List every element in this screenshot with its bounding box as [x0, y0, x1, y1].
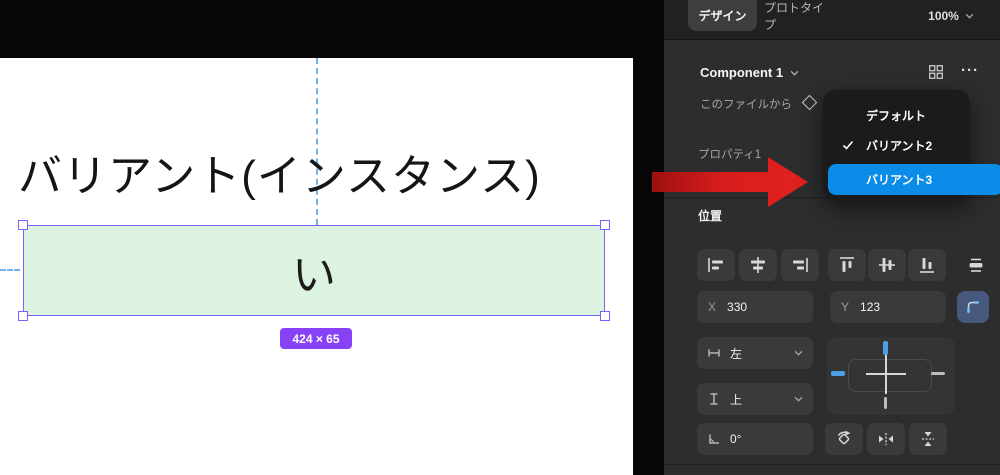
chevron-down-icon: [965, 13, 974, 19]
chevron-down-icon: [794, 350, 803, 356]
menu-item-label: バリアント3: [866, 173, 933, 187]
size-badge: 424 × 65: [280, 328, 352, 349]
align-horizontal-center-button[interactable]: [739, 249, 777, 281]
absolute-position-toggle[interactable]: [957, 291, 989, 323]
menu-item-variant2[interactable]: バリアント2: [823, 130, 970, 160]
rotate-button[interactable]: [825, 423, 863, 455]
flip-vertical-icon: [922, 432, 934, 446]
constraint-bottom-tick[interactable]: [884, 397, 887, 409]
selected-variant-instance[interactable]: い: [23, 225, 605, 316]
tab-prototype-label: プロトタイプ: [764, 0, 825, 32]
selection-handle-top-right[interactable]: [600, 220, 610, 230]
menu-item-default[interactable]: デフォルト: [823, 100, 1000, 130]
align-right-button[interactable]: [781, 249, 819, 281]
align-vertical-center-button[interactable]: [868, 249, 906, 281]
flip-horizontal-icon: [879, 433, 893, 445]
tidy-up-button[interactable]: [958, 249, 994, 281]
tab-design[interactable]: デザイン: [688, 0, 757, 31]
component-name: Component 1: [700, 65, 784, 80]
zoom-menu[interactable]: 100%: [920, 0, 982, 31]
y-label: Y: [841, 300, 850, 314]
rotate-icon: [837, 430, 851, 445]
y-value: 123: [860, 300, 881, 314]
component-grid-button[interactable]: [925, 63, 947, 81]
align-bottom-button[interactable]: [908, 249, 946, 281]
component-source-label: このファイルから: [700, 99, 792, 111]
zoom-level-value: 100%: [928, 8, 959, 23]
x-value: 330: [727, 300, 748, 314]
variant-dropdown-menu: デフォルト バリアント2 バリアント3: [823, 90, 1000, 200]
constraints-cross-horizontal: [866, 373, 906, 375]
angle-icon: [709, 434, 719, 444]
section-divider: [664, 464, 1000, 465]
align-left-button[interactable]: [697, 249, 735, 281]
checkmark-icon: [842, 140, 854, 150]
flip-horizontal-button[interactable]: [867, 423, 905, 455]
horizontal-guide-line: [0, 269, 20, 271]
align-right-icon: [793, 258, 808, 272]
constraint-left-tick[interactable]: [831, 371, 845, 376]
tidy-up-icon: [969, 258, 983, 272]
rotation-value: 0°: [730, 432, 742, 446]
canvas[interactable]: バリアント(インスタンス) い 424 × 65: [0, 58, 633, 475]
red-annotation-arrow: [652, 157, 808, 207]
component-header[interactable]: Component 1: [700, 65, 799, 80]
chevron-down-icon: [794, 396, 803, 402]
vertical-constraint-value: 上: [730, 392, 743, 407]
canvas-title-text[interactable]: バリアント(インスタンス): [18, 140, 541, 204]
tab-design-label: デザイン: [698, 9, 747, 23]
more-options-button[interactable]: ···: [953, 62, 987, 80]
menu-item-label: バリアント2: [866, 138, 933, 153]
absolute-position-icon: [967, 301, 979, 313]
chevron-down-icon: [790, 70, 799, 76]
horizontal-constraint-select[interactable]: 左: [697, 337, 813, 369]
variant-instance-label: い: [292, 250, 336, 300]
selection-handle-top-left[interactable]: [18, 220, 28, 230]
flip-vertical-button[interactable]: [909, 423, 947, 455]
selection-handle-bottom-left[interactable]: [18, 311, 28, 321]
constraint-right-tick[interactable]: [931, 372, 945, 375]
align-vertical-center-icon: [879, 258, 895, 272]
constraints-widget[interactable]: [827, 337, 955, 415]
menu-item-variant3-selected[interactable]: バリアント3: [828, 164, 1000, 195]
align-top-button[interactable]: [828, 249, 866, 281]
y-position-input[interactable]: Y 123: [830, 291, 946, 323]
horizontal-constraint-icon: [708, 349, 720, 357]
horizontal-constraint-value: 左: [730, 346, 743, 361]
vertical-constraint-select[interactable]: 上: [697, 383, 813, 415]
align-left-icon: [708, 258, 723, 272]
component-grid-icon: [929, 65, 943, 79]
menu-item-label: デフォルト: [866, 108, 927, 123]
align-horizontal-center-icon: [751, 257, 765, 273]
rotation-input[interactable]: 0°: [697, 423, 813, 455]
vertical-constraint-icon: [710, 393, 718, 405]
x-label: X: [708, 300, 717, 314]
more-icon: ···: [961, 62, 979, 79]
constraint-top-tick[interactable]: [883, 341, 888, 355]
selection-handle-bottom-right[interactable]: [600, 311, 610, 321]
tab-prototype[interactable]: プロトタイプ: [764, 0, 826, 32]
x-position-input[interactable]: X 330: [697, 291, 813, 323]
align-bottom-icon: [920, 258, 934, 273]
constraints-inner-frame: [848, 359, 932, 392]
align-top-icon: [840, 257, 854, 272]
